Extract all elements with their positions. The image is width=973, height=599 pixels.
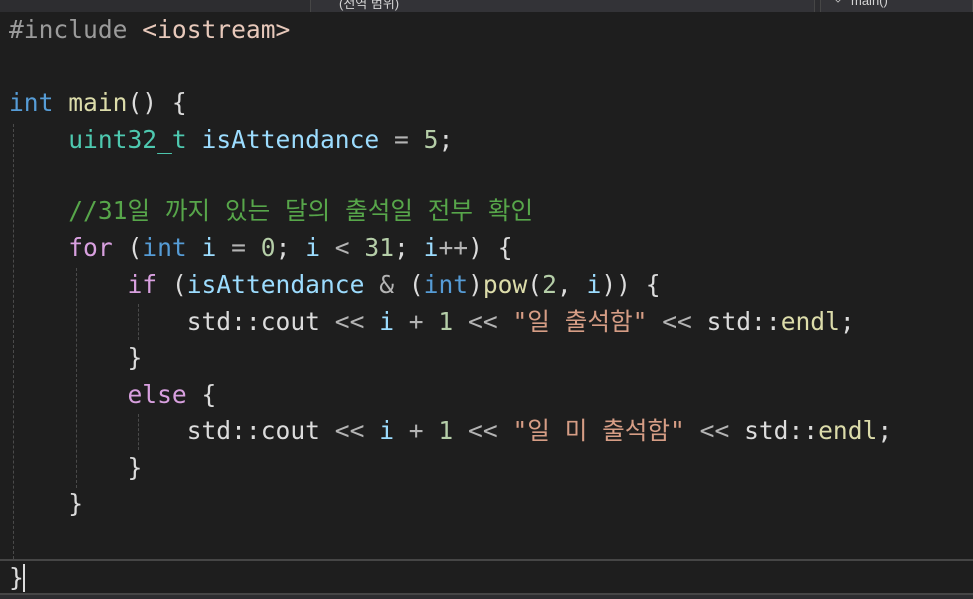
current-line-highlight[interactable]: } [0,559,973,595]
function-cube-icon: ◇ [833,0,843,3]
code-line-1[interactable]: #include <iostream> [9,12,290,48]
code-line-3[interactable]: int main() { [9,85,187,121]
scope-dropdown[interactable]: (전역 범위) [310,0,815,12]
code-line-9[interactable]: std::cout << i + 1 << "일 출석함" << std::en… [9,304,855,340]
code-line-4[interactable]: uint32_t isAttendance = 5; [9,122,453,158]
code-line-6[interactable]: //31일 까지 있는 달의 출석일 전부 확인 [9,193,533,229]
function-dropdown[interactable]: ◇ main() [820,0,973,12]
text-caret [23,564,25,592]
code-editor[interactable]: #include <iostream> int main() { uint32_… [0,12,973,559]
code-line-8[interactable]: if (isAttendance & (int)pow(2, i)) { [9,267,660,303]
code-line-12[interactable]: std::cout << i + 1 << "일 미 출석함" << std::… [9,413,892,449]
code-line-11[interactable]: else { [9,377,216,413]
function-dropdown-label: main() [851,0,888,8]
code-line-7[interactable]: for (int i = 0; i < 31; i++) { [9,230,512,266]
code-line-16[interactable]: } [9,560,24,596]
editor-bottom-border [0,595,973,599]
code-line-10[interactable]: } [9,340,142,376]
navigation-bar: (전역 범위) ◇ main() [0,0,973,12]
code-comment: //31일 까지 있는 달의 출석일 전부 확인 [68,196,534,225]
code-line-13[interactable]: } [9,450,142,486]
scope-dropdown-label: (전역 범위) [339,0,400,11]
code-line-14[interactable]: } [9,486,83,522]
